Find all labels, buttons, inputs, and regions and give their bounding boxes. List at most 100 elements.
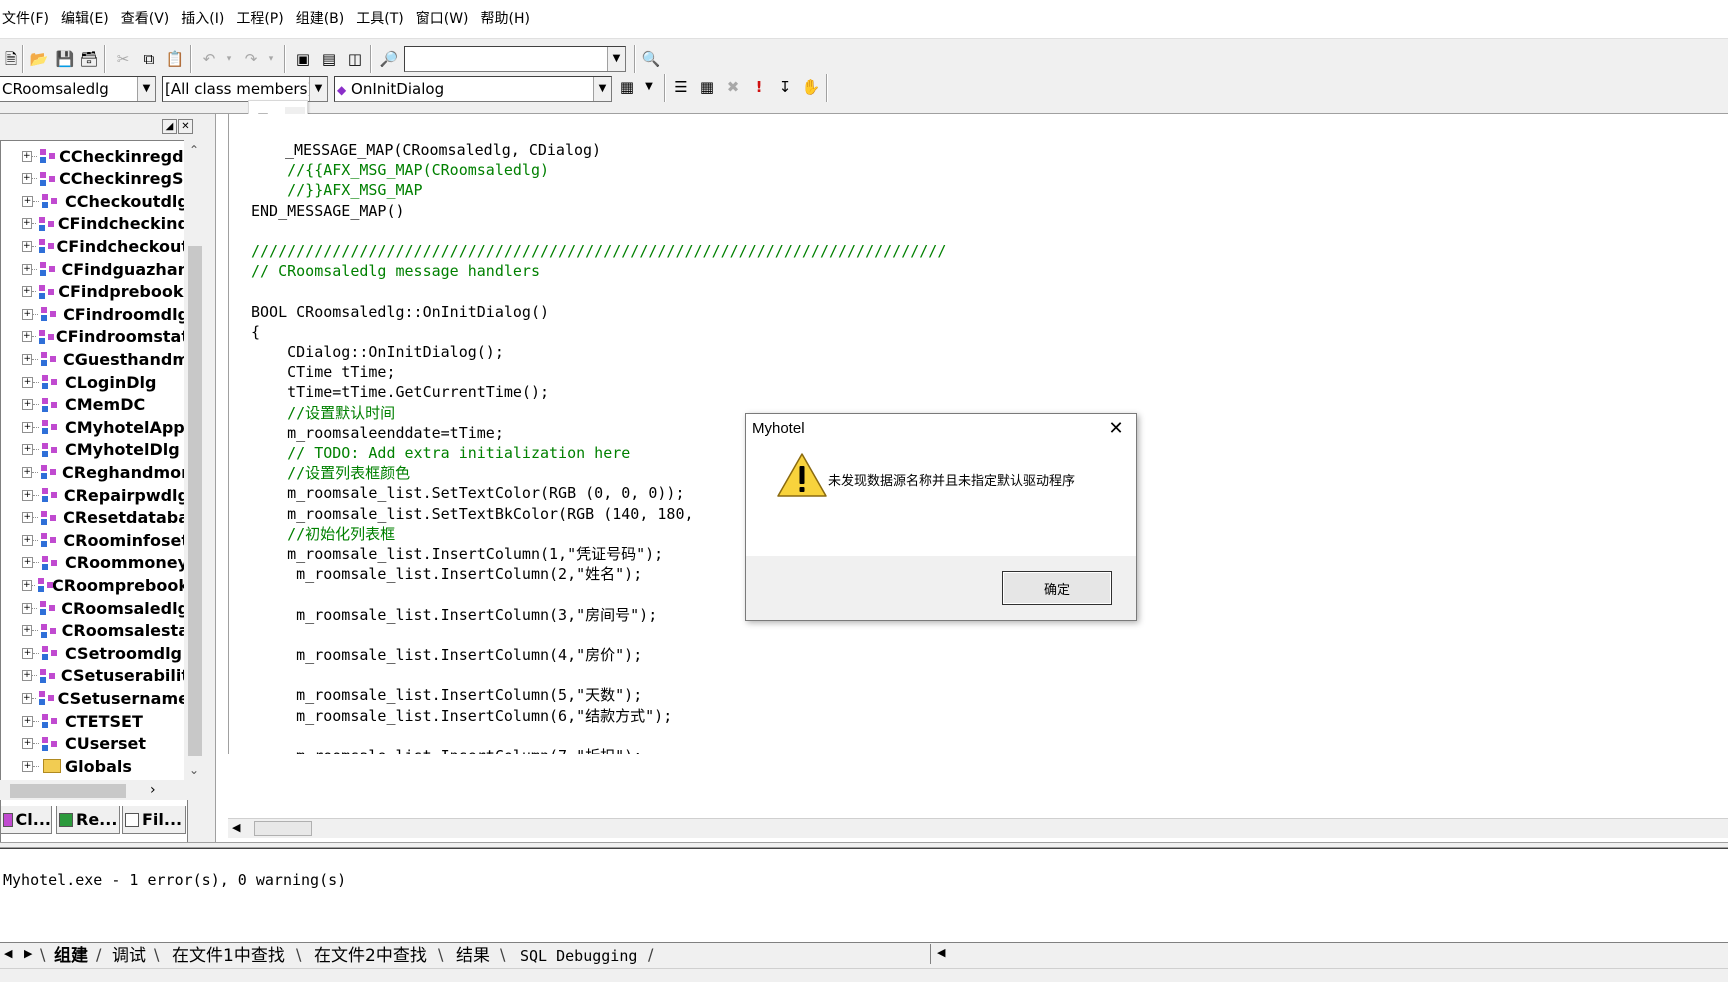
menu-tools[interactable]: 工具(T) (350, 0, 409, 38)
output-horizontal-scrollbar[interactable]: ◀ (930, 944, 998, 964)
redo-dropdown-icon[interactable]: ▾ (260, 48, 282, 70)
tab-scroll-right-icon[interactable]: ▶ (24, 947, 32, 960)
tab-debug[interactable]: 调试 (112, 945, 146, 967)
ok-button[interactable]: 确定 (1002, 571, 1112, 605)
tree-item[interactable]: + CUserset (1, 733, 187, 755)
scrollbar-thumb[interactable] (10, 784, 126, 798)
expand-icon[interactable]: + (22, 534, 33, 546)
expand-icon[interactable]: + (22, 579, 32, 591)
new-file-icon[interactable]: 🗎 (0, 48, 22, 70)
tree-item[interactable]: + CCheckoutdlg (1, 190, 187, 212)
chevron-down-icon[interactable]: ▼ (309, 77, 327, 101)
menu-view[interactable]: 查看(V) (115, 0, 176, 38)
expand-icon[interactable]: + (22, 376, 33, 388)
menu-edit[interactable]: 编辑(E) (55, 0, 115, 38)
expand-icon[interactable]: + (22, 715, 33, 727)
expand-icon[interactable]: + (22, 625, 33, 637)
save-all-icon[interactable]: 🗃 (78, 48, 100, 70)
expand-icon[interactable]: + (22, 286, 32, 298)
paste-icon[interactable]: 📋 (164, 48, 186, 70)
tree-item[interactable]: + CSetusername (1, 687, 187, 709)
expand-icon[interactable]: + (22, 466, 33, 478)
filter-combo[interactable]: [All class members] ▼ (162, 76, 328, 102)
chevron-down-icon[interactable]: ▼ (137, 77, 155, 101)
undo-icon[interactable]: ↶ (198, 48, 220, 70)
close-icon[interactable]: ✕ (178, 119, 193, 134)
expand-icon[interactable]: + (22, 150, 32, 162)
scrollbar-thumb[interactable] (254, 821, 312, 836)
compile-icon[interactable]: ☰ (670, 76, 692, 98)
output-window-icon[interactable]: ▤ (318, 48, 340, 70)
member-combo[interactable]: ◆ OnInitDialog ▼ (334, 76, 612, 102)
tree-item[interactable]: + CSetuserabilit (1, 665, 187, 687)
tree-item[interactable]: + CFindguazhan (1, 258, 187, 280)
class-combo[interactable]: CRoomsaledlg ▼ (0, 76, 156, 102)
expand-icon[interactable]: + (22, 218, 32, 230)
expand-icon[interactable]: + (22, 195, 33, 207)
tree-item[interactable]: + CTETSET (1, 710, 187, 732)
tab-find-in-files-1[interactable]: 在文件1中查找 (172, 945, 285, 967)
scroll-up-icon[interactable]: ⌃ (186, 142, 202, 158)
tree-vertical-scrollbar[interactable]: ⌃ ⌄ (184, 140, 204, 780)
find-in-files-icon[interactable]: 🔎 (378, 48, 400, 70)
wizard-action-dropdown-icon[interactable]: ▼ (638, 76, 660, 98)
expand-icon[interactable]: + (22, 353, 33, 365)
tree-item[interactable]: + CFindprebooki (1, 281, 187, 303)
expand-icon[interactable]: + (22, 738, 33, 750)
tree-item[interactable]: + CRoomsalesta (1, 620, 187, 642)
breakpoint-hand-icon[interactable]: ✋ (800, 76, 822, 98)
stop-build-icon[interactable]: ✖ (722, 76, 744, 98)
tree-item[interactable]: + CGuesthandm (1, 348, 187, 370)
tab-sql-debugging[interactable]: SQL Debugging (520, 945, 637, 967)
tab-build[interactable]: 组建 (54, 945, 88, 967)
expand-icon[interactable]: + (22, 647, 33, 659)
tree-item[interactable]: + CRepairpwdlg (1, 484, 187, 506)
expand-icon[interactable]: + (22, 308, 33, 320)
expand-icon[interactable]: + (22, 760, 33, 772)
expand-icon[interactable]: + (22, 399, 33, 411)
tab-classview[interactable]: Cl... (0, 806, 52, 834)
expand-icon[interactable]: + (22, 444, 33, 456)
tree-item-globals[interactable]: + Globals (1, 755, 187, 777)
expand-icon[interactable]: + (22, 670, 32, 682)
expand-icon[interactable]: + (22, 421, 33, 433)
tree-item[interactable]: + CFindcheckout (1, 235, 187, 257)
tree-item[interactable]: + CReghandmor (1, 461, 187, 483)
tree-item[interactable]: + CFindroomdlg (1, 303, 187, 325)
chevron-down-icon[interactable]: ▼ (593, 77, 611, 101)
find-icon[interactable]: 🔍 (640, 48, 662, 70)
menu-file[interactable]: 文件(F) (0, 0, 55, 38)
tree-item[interactable]: + CRoomprebook (1, 574, 187, 596)
tree-item[interactable]: + CFindcheckind (1, 213, 187, 235)
tree-item[interactable]: + CLoginDlg (1, 371, 187, 393)
expand-icon[interactable]: + (22, 173, 32, 185)
menu-help[interactable]: 帮助(H) (475, 0, 536, 38)
tree-item[interactable]: + CCheckinregdl (1, 145, 187, 167)
expand-icon[interactable]: + (22, 557, 33, 569)
tree-horizontal-scrollbar[interactable]: › (0, 780, 204, 800)
build-icon[interactable]: ▦ (696, 76, 718, 98)
tree-item[interactable]: + CResetdataba (1, 507, 187, 529)
expand-icon[interactable]: + (22, 512, 33, 524)
find-combo[interactable]: ▼ (404, 46, 626, 72)
scrollbar-thumb[interactable] (188, 246, 202, 756)
expand-icon[interactable]: + (22, 331, 32, 343)
expand-icon[interactable]: + (22, 602, 33, 614)
scroll-down-icon[interactable]: ⌄ (186, 762, 202, 778)
tab-resourceview[interactable]: Re... (56, 806, 120, 834)
workspace-icon[interactable]: ▣ (292, 48, 314, 70)
tab-scroll-left-icon[interactable]: ◀ (4, 947, 12, 960)
open-folder-icon[interactable]: 📂 (28, 48, 50, 70)
undo-dropdown-icon[interactable]: ▾ (218, 48, 240, 70)
redo-icon[interactable]: ↷ (240, 48, 262, 70)
menu-build[interactable]: 组建(B) (290, 0, 351, 38)
tree-item[interactable]: + CMyhotelDlg (1, 439, 187, 461)
editor-horizontal-scrollbar[interactable]: ◀ (228, 818, 1728, 838)
tree-item[interactable]: + CMemDC (1, 394, 187, 416)
expand-icon[interactable]: + (22, 692, 32, 704)
scroll-right-icon[interactable]: › (150, 782, 156, 798)
tree-item[interactable]: + CRoomsaledlg (1, 597, 187, 619)
go-icon[interactable]: ↧ (774, 76, 796, 98)
save-icon[interactable]: 💾 (54, 48, 76, 70)
dock-icon[interactable]: ◢ (162, 119, 177, 134)
